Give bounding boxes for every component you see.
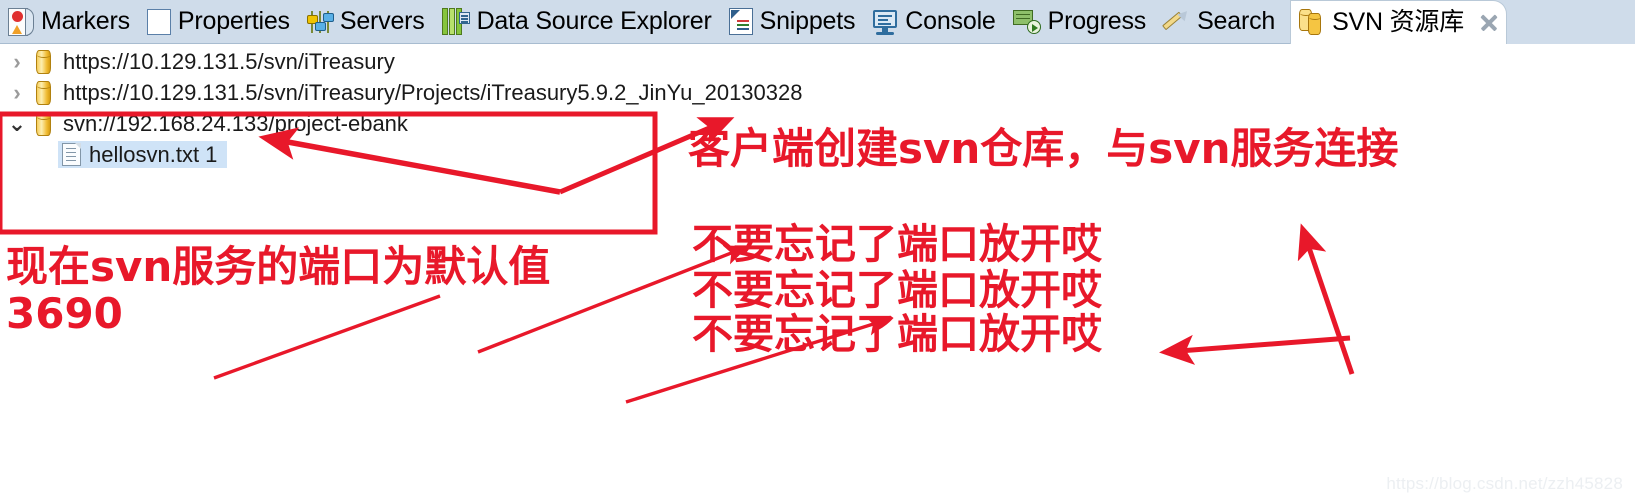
note-open-port-2: 不要忘记了端口放开哎	[692, 266, 1102, 314]
note-open-port-3: 不要忘记了端口放开哎	[692, 310, 1102, 358]
repository-icon	[34, 111, 54, 136]
tree-row-selection[interactable]: hellosvn.txt 1	[58, 141, 228, 168]
tab-markers-label: Markers	[41, 7, 130, 35]
tree-row-label: https://10.129.131.5/svn/iTreasury	[63, 48, 395, 74]
chevron-down-icon[interactable]: ⌄	[0, 112, 34, 135]
svn-repository-view: Markers Properties Servers Data Source E…	[0, 0, 1635, 502]
data-source-explorer-icon	[441, 8, 470, 35]
tab-data-source-explorer[interactable]: Data Source Explorer	[434, 0, 721, 44]
arrow-from-lowerleft	[213, 294, 441, 380]
chevron-right-icon[interactable]: ›	[0, 50, 34, 73]
tab-search-label: Search	[1197, 7, 1276, 35]
view-tab-bar: Markers Properties Servers Data Source E…	[0, 0, 1635, 44]
note-default-port-value: 3690	[6, 289, 123, 338]
tab-console[interactable]: Console	[864, 0, 1004, 44]
servers-icon	[306, 9, 334, 35]
console-icon	[872, 9, 898, 35]
tab-svn-repository[interactable]: SVN 资源库	[1290, 0, 1508, 44]
repository-tree: › https://10.129.131.5/svn/iTreasury › h…	[0, 46, 1635, 170]
tree-row-repository-1[interactable]: › https://10.129.131.5/svn/iTreasury	[0, 46, 1635, 77]
tab-console-label: Console	[905, 7, 996, 35]
tab-bar-filler	[1507, 0, 1635, 44]
note-default-port: 现在svn服务的端口为默认值	[6, 242, 551, 291]
snippets-icon	[728, 8, 753, 35]
arrow-left-long	[1159, 334, 1351, 365]
close-icon[interactable]	[1478, 11, 1500, 33]
repository-icon	[34, 80, 54, 105]
tab-servers-label: Servers	[339, 7, 425, 35]
search-icon	[1162, 7, 1191, 35]
tree-row-label: svn://192.168.24.133/project-ebank	[63, 110, 408, 136]
tab-servers[interactable]: Servers	[299, 0, 434, 44]
text-file-icon	[62, 143, 81, 166]
progress-icon	[1012, 9, 1041, 34]
tree-row-label: hellosvn.txt 1	[89, 141, 218, 167]
tab-markers[interactable]: Markers	[0, 0, 139, 44]
arrow-to-open-port-3	[625, 315, 891, 404]
chevron-right-icon[interactable]: ›	[0, 81, 34, 104]
tab-progress-label: Progress	[1047, 7, 1147, 35]
tab-data-source-explorer-label: Data Source Explorer	[476, 7, 712, 35]
tab-snippets-label: Snippets	[759, 7, 856, 35]
arrow-up-right	[1297, 223, 1355, 375]
properties-icon	[146, 8, 171, 35]
tree-row-repository-3[interactable]: ⌄ svn://192.168.24.133/project-ebank	[0, 108, 1635, 139]
arrow-to-open-port-1	[477, 245, 749, 354]
tree-row-label: https://10.129.131.5/svn/iTreasury/Proje…	[63, 79, 803, 105]
tab-search[interactable]: Search	[1155, 0, 1284, 44]
svn-repository-icon	[1299, 8, 1325, 36]
tree-row-file-hellosvn[interactable]: hellosvn.txt 1	[0, 139, 1635, 170]
tab-properties-label: Properties	[177, 7, 290, 35]
note-open-port-1: 不要忘记了端口放开哎	[692, 220, 1102, 268]
tab-properties[interactable]: Properties	[139, 0, 299, 44]
markers-icon	[8, 7, 34, 36]
tab-progress[interactable]: Progress	[1005, 0, 1155, 44]
tab-svn-repository-label: SVN 资源库	[1332, 7, 1465, 36]
watermark: https://blog.csdn.net/zzh45828	[1386, 474, 1623, 493]
repository-icon	[34, 49, 54, 74]
tree-row-repository-2[interactable]: › https://10.129.131.5/svn/iTreasury/Pro…	[0, 77, 1635, 108]
tab-snippets[interactable]: Snippets	[721, 0, 865, 44]
